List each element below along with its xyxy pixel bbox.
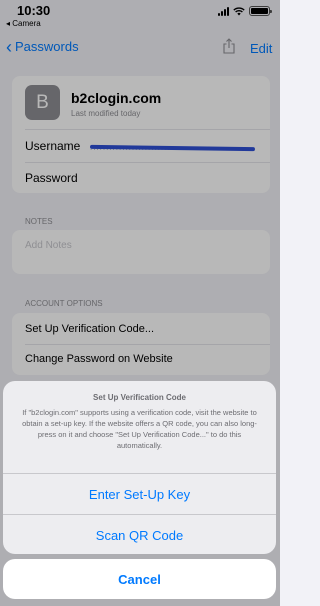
- cancel-button[interactable]: Cancel: [3, 559, 276, 599]
- scan-qr-code-button[interactable]: Scan QR Code: [3, 515, 276, 554]
- sheet-message: If "b2clogin.com" supports using a verif…: [22, 408, 257, 450]
- sheet-title: Set Up Verification Code: [93, 393, 186, 402]
- action-sheet: Set Up Verification Code If "b2clogin.co…: [3, 381, 276, 554]
- enter-setup-key-button[interactable]: Enter Set-Up Key: [3, 474, 276, 514]
